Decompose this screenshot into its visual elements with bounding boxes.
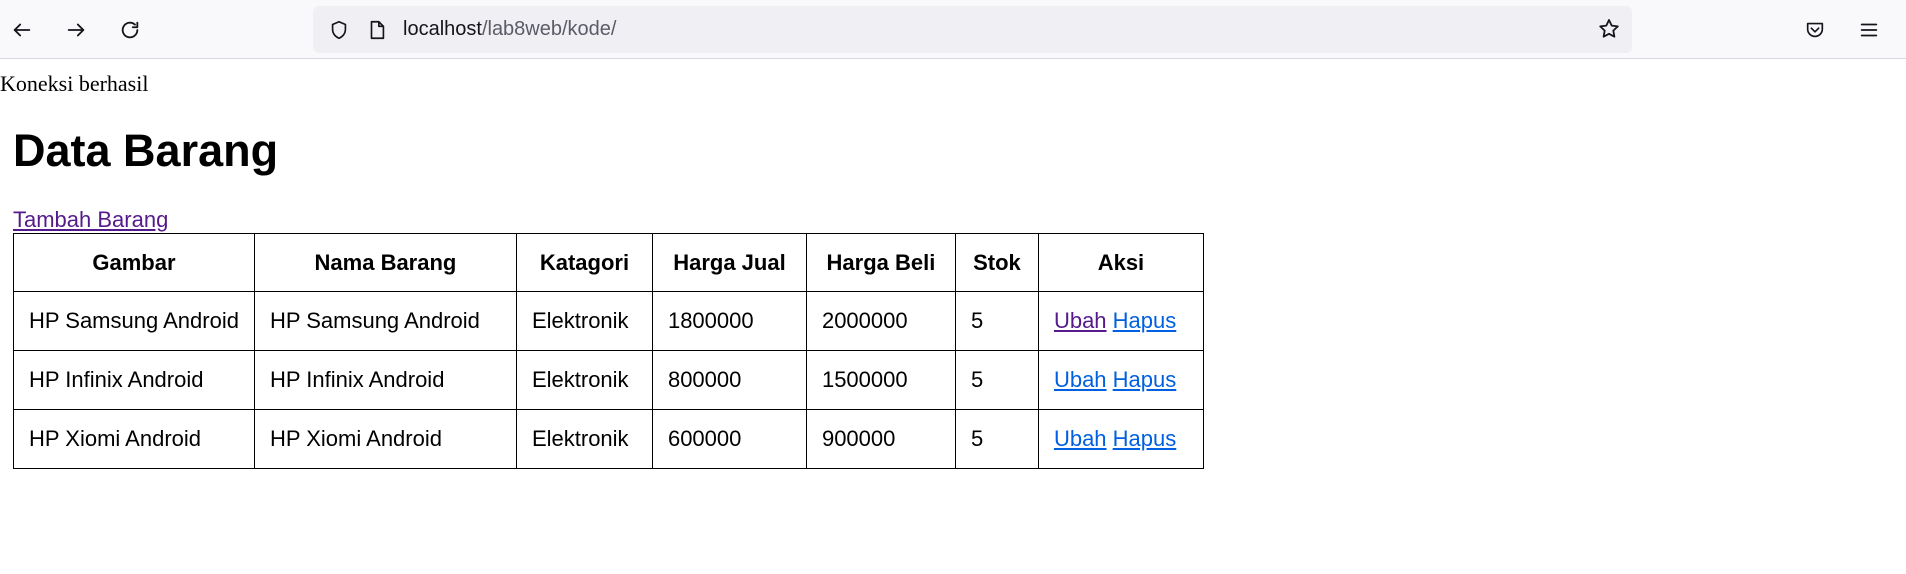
cell-stok: 5 [954,350,1039,410]
edit-link[interactable]: Ubah [1054,367,1107,392]
cell-aksi: Ubah Hapus [1037,350,1204,410]
header-stok: Stok [954,233,1039,292]
header-nama-barang: Nama Barang [253,233,517,292]
cell-katagori: Elektronik [515,350,653,410]
connection-status-text: Koneksi berhasil [0,71,149,96]
header-gambar: Gambar [13,233,255,292]
cell-katagori: Elektronik [515,409,653,469]
cell-aksi: Ubah Hapus [1037,409,1204,469]
cell-harga-beli: 2000000 [805,291,956,351]
reload-icon [121,21,139,39]
cell-katagori: Elektronik [515,291,653,351]
cell-aksi: Ubah Hapus [1037,291,1204,351]
cell-harga-jual: 1800000 [651,291,807,351]
add-item-link[interactable]: Tambah Barang [13,207,168,233]
table-row: HP Infinix Android HP Infinix Android El… [13,350,1204,410]
reload-button[interactable] [112,12,148,48]
cell-nama-barang: HP Samsung Android [253,291,517,351]
cell-harga-beli: 900000 [805,409,956,469]
url-text[interactable]: localhost/lab8web/kode/ [403,18,616,41]
cell-stok: 5 [954,409,1039,469]
url-path: /lab8web/kode/ [481,18,617,40]
url-host: localhost [403,18,482,40]
cell-gambar: HP Infinix Android [13,350,255,410]
delete-link[interactable]: Hapus [1113,308,1177,333]
cell-gambar: HP Xiomi Android [13,409,255,469]
page-info-icon[interactable] [365,18,389,42]
delete-link[interactable]: Hapus [1113,367,1177,392]
table-row: HP Samsung Android HP Samsung Android El… [13,291,1204,351]
url-bar[interactable]: localhost/lab8web/kode/ [313,6,1632,53]
pocket-button[interactable] [1797,12,1833,48]
items-table: Gambar Nama Barang Katagori Harga Jual H… [13,233,1204,469]
cell-gambar: HP Samsung Android [13,291,255,351]
edit-link[interactable]: Ubah [1054,426,1107,451]
header-harga-beli: Harga Beli [805,233,956,292]
browser-toolbar: localhost/lab8web/kode/ [0,0,1906,59]
forward-arrow-icon [67,23,85,37]
main-container: Data Barang Tambah Barang Gambar Nama Ba… [13,125,1204,469]
cell-nama-barang: HP Xiomi Android [253,409,517,469]
delete-link[interactable]: Hapus [1113,426,1177,451]
cell-harga-beli: 1500000 [805,350,956,410]
pocket-icon [1806,22,1824,38]
header-harga-jual: Harga Jual [651,233,807,292]
edit-link[interactable]: Ubah [1054,308,1107,333]
table-row: HP Xiomi Android HP Xiomi Android Elektr… [13,409,1204,469]
tracking-protection-shield-icon[interactable] [327,18,351,42]
back-button[interactable] [4,12,40,48]
cell-harga-jual: 600000 [651,409,807,469]
cell-harga-jual: 800000 [651,350,807,410]
cell-stok: 5 [954,291,1039,351]
hamburger-menu-icon [1860,23,1878,37]
cell-nama-barang: HP Infinix Android [253,350,517,410]
header-katagori: Katagori [515,233,653,292]
bookmark-star-icon[interactable] [1594,14,1624,44]
forward-button[interactable] [58,12,94,48]
header-aksi: Aksi [1037,233,1204,292]
app-menu-button[interactable] [1851,12,1887,48]
back-arrow-icon [13,23,31,37]
page-title: Data Barang [13,125,279,176]
table-header-row: Gambar Nama Barang Katagori Harga Jual H… [13,233,1204,292]
